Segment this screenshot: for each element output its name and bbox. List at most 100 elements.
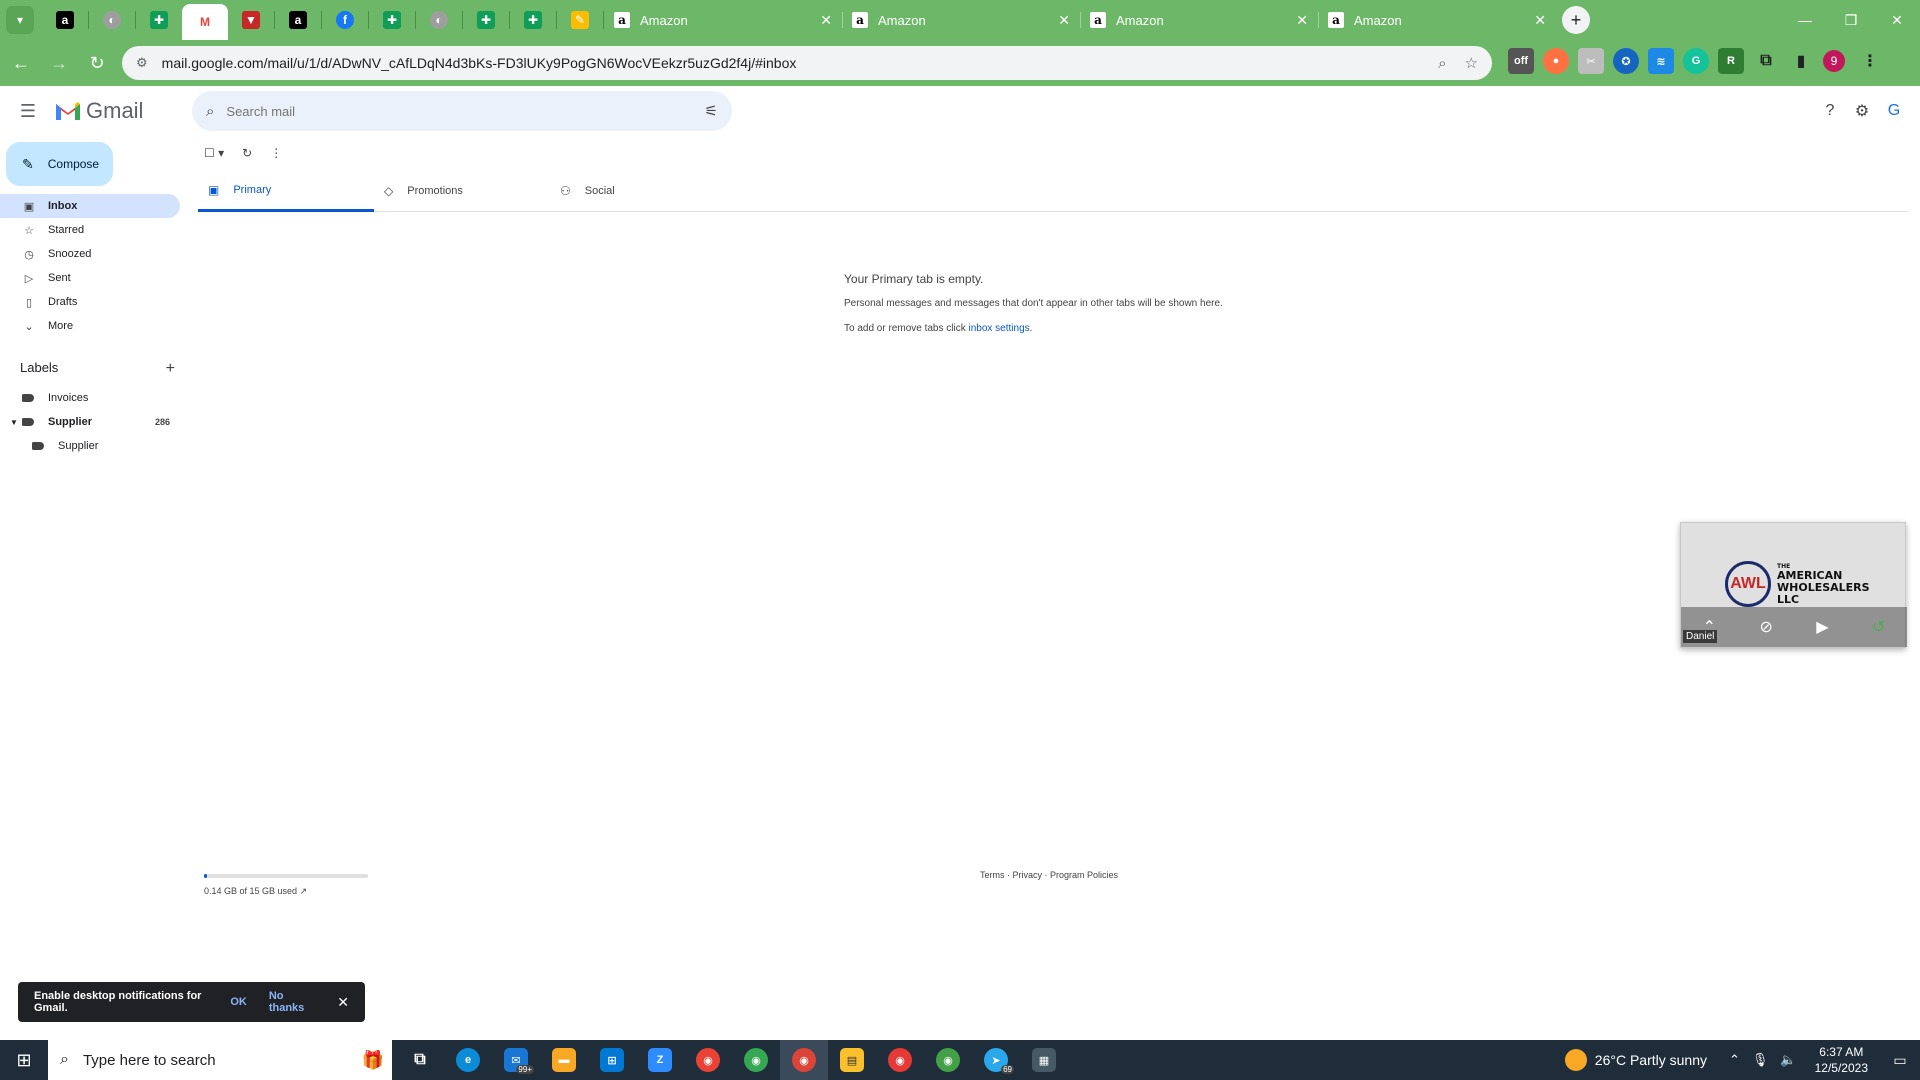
bookmark-star-icon[interactable]: ☆ xyxy=(1465,54,1478,72)
mail-icon[interactable]: ✉ 99+ xyxy=(492,1040,540,1080)
nav-item-snoozed[interactable]: ◷ Snoozed xyxy=(0,242,180,266)
chrome-icon[interactable]: ◉ xyxy=(924,1040,972,1080)
browser-tab[interactable]: a Amazon ✕ xyxy=(842,3,1080,37)
snackbar-ok-button[interactable]: OK xyxy=(230,996,247,1008)
pinned-tab[interactable]: ▼ xyxy=(228,3,274,37)
compose-button[interactable]: ✎ Compose xyxy=(6,142,113,186)
select-checkbox-icon[interactable]: ☐ ▾ xyxy=(204,146,224,160)
google-apps-icon[interactable]: G xyxy=(1878,96,1910,126)
refresh-icon[interactable]: ↻ xyxy=(242,146,252,160)
search-input[interactable] xyxy=(226,103,705,119)
add-label-icon[interactable]: + xyxy=(166,360,175,378)
close-icon[interactable]: ✕ xyxy=(337,994,349,1011)
more-options-icon[interactable]: ⋮ xyxy=(270,146,282,160)
snackbar-no-thanks-button[interactable]: No thanks xyxy=(269,990,315,1014)
weather-widget[interactable]: 26°C Partly sunny xyxy=(1564,1049,1707,1071)
tab-promotions[interactable]: ◇ Promotions xyxy=(374,170,550,212)
label-item[interactable]: Invoices xyxy=(0,386,180,410)
restore-icon[interactable]: ❐ xyxy=(1828,0,1874,40)
new-tab-button[interactable]: + xyxy=(1562,6,1590,34)
tray-chevron-icon[interactable]: ⌃ xyxy=(1729,1052,1740,1068)
settings-gear-icon[interactable]: ⚙ xyxy=(1846,96,1878,126)
nav-item-starred[interactable]: ☆ Starred xyxy=(0,218,180,242)
browser-tab[interactable]: a Amazon ✕ xyxy=(604,3,842,37)
tab-search-icon[interactable]: ▾ xyxy=(6,6,34,34)
pinned-tab[interactable]: a xyxy=(275,3,321,37)
caret-down-icon[interactable]: ▼ xyxy=(10,418,18,427)
pinned-tab[interactable]: ◐ xyxy=(89,3,135,37)
pinned-tab[interactable]: ◐ xyxy=(416,3,462,37)
minimize-icon[interactable]: — xyxy=(1782,0,1828,40)
close-window-icon[interactable]: ✕ xyxy=(1874,0,1920,40)
external-link-icon[interactable]: ↗ xyxy=(300,886,308,896)
nav-item-drafts[interactable]: ▯ Drafts xyxy=(0,290,180,314)
forward-icon[interactable]: → xyxy=(42,46,76,80)
chrome-icon[interactable]: ◉ xyxy=(684,1040,732,1080)
sticky-notes-icon[interactable]: ▤ xyxy=(828,1040,876,1080)
extension-icon[interactable]: ● xyxy=(1543,48,1569,74)
mic-muted-icon[interactable]: ⊘ xyxy=(1759,617,1772,637)
chrome-active-icon[interactable]: ◉ xyxy=(780,1040,828,1080)
label-item[interactable]: ▼ Supplier 286 xyxy=(0,410,180,434)
back-icon[interactable]: ← xyxy=(4,46,38,80)
tab-social[interactable]: ⚇ Social xyxy=(550,170,726,212)
calculator-icon[interactable]: ▦ xyxy=(1020,1040,1068,1080)
reload-icon[interactable]: ↻ xyxy=(80,46,114,80)
close-icon[interactable]: ✕ xyxy=(1058,12,1070,29)
search-options-icon[interactable]: ⚟ xyxy=(705,102,718,120)
pinned-tab[interactable]: ✚ xyxy=(369,3,415,37)
nav-item-sent[interactable]: ▷ Sent xyxy=(0,266,180,290)
file-explorer-icon[interactable]: ▬ xyxy=(540,1040,588,1080)
windows-start-icon[interactable]: ⊞ xyxy=(0,1040,48,1080)
call-icon[interactable]: ↺ xyxy=(1872,617,1885,637)
footer-links[interactable]: Terms · Privacy · Program Policies xyxy=(980,870,1118,880)
puzzle-icon[interactable]: ⧉ xyxy=(1753,48,1779,74)
address-bar[interactable]: ⚙ mail.google.com/mail/u/1/d/ADwNV_cAfLD… xyxy=(122,46,1492,80)
extension-icon[interactable]: ≋ xyxy=(1648,48,1674,74)
pinned-tab[interactable]: f xyxy=(322,3,368,37)
nav-item-inbox[interactable]: ▣ Inbox xyxy=(0,194,180,218)
tab-primary[interactable]: ▣ Primary xyxy=(198,170,374,212)
zoom-icon[interactable]: ⌕ xyxy=(1438,55,1446,72)
browser-tab[interactable]: a Amazon ✕ xyxy=(1318,3,1556,37)
clock[interactable]: 6:37 AM 12/5/2023 xyxy=(1815,1044,1868,1076)
pinned-tab[interactable]: ✎ xyxy=(557,3,603,37)
pinned-tab[interactable]: ✚ xyxy=(463,3,509,37)
search-icon[interactable]: ⌕ xyxy=(206,103,214,120)
extension-icon[interactable]: off xyxy=(1508,48,1534,74)
call-pip-window[interactable]: AWL THE AMERICAN WHOLESALERS LLC ⌃ ⊘ ▶ ↺… xyxy=(1680,522,1907,648)
chrome-icon[interactable]: ◉ xyxy=(876,1040,924,1080)
pinned-tab-gmail-active[interactable]: M xyxy=(182,4,228,40)
pinned-tab[interactable]: ✚ xyxy=(136,3,182,37)
close-icon[interactable]: ✕ xyxy=(820,12,832,29)
close-icon[interactable]: ✕ xyxy=(1296,12,1308,29)
grammarly-icon[interactable]: G xyxy=(1683,48,1709,74)
profile-avatar[interactable]: 9 xyxy=(1823,50,1845,72)
side-panel-icon[interactable]: ▮ xyxy=(1788,48,1814,74)
extension-icon[interactable]: ✂ xyxy=(1578,48,1604,74)
pinned-tab[interactable]: a xyxy=(42,3,88,37)
zoom-app-icon[interactable]: Z xyxy=(636,1040,684,1080)
extension-icon[interactable]: R xyxy=(1718,48,1744,74)
notification-center-icon[interactable]: ▭ xyxy=(1880,1052,1920,1069)
extension-icon[interactable]: ✪ xyxy=(1613,48,1639,74)
pinned-tab[interactable]: ✚ xyxy=(510,3,556,37)
browser-tab[interactable]: a Amazon ✕ xyxy=(1080,3,1318,37)
edge-icon[interactable]: e xyxy=(444,1040,492,1080)
telegram-icon[interactable]: ➤ 69 xyxy=(972,1040,1020,1080)
inbox-settings-link[interactable]: inbox settings xyxy=(969,323,1030,334)
task-view-icon[interactable]: ⧉ xyxy=(396,1040,444,1080)
camera-icon[interactable]: ▶ xyxy=(1816,617,1828,637)
nav-item-more[interactable]: ⌄ More xyxy=(0,314,180,338)
chrome-icon[interactable]: ◉ xyxy=(732,1040,780,1080)
help-icon[interactable]: ? xyxy=(1814,96,1846,126)
label-item[interactable]: Supplier xyxy=(0,434,180,458)
store-icon[interactable]: ⊞ xyxy=(588,1040,636,1080)
gmail-logo[interactable]: Gmail xyxy=(54,98,143,124)
search-bar[interactable]: ⌕ ⚟ xyxy=(192,91,732,131)
close-icon[interactable]: ✕ xyxy=(1534,12,1546,29)
microphone-icon[interactable]: 🎙 xyxy=(1752,1052,1769,1068)
taskbar-search[interactable]: ⌕ Type here to search 🎁 xyxy=(48,1040,392,1080)
volume-icon[interactable]: 🔈 xyxy=(1780,1052,1796,1068)
menu-dots-icon[interactable]: ⋮ xyxy=(1857,48,1883,74)
